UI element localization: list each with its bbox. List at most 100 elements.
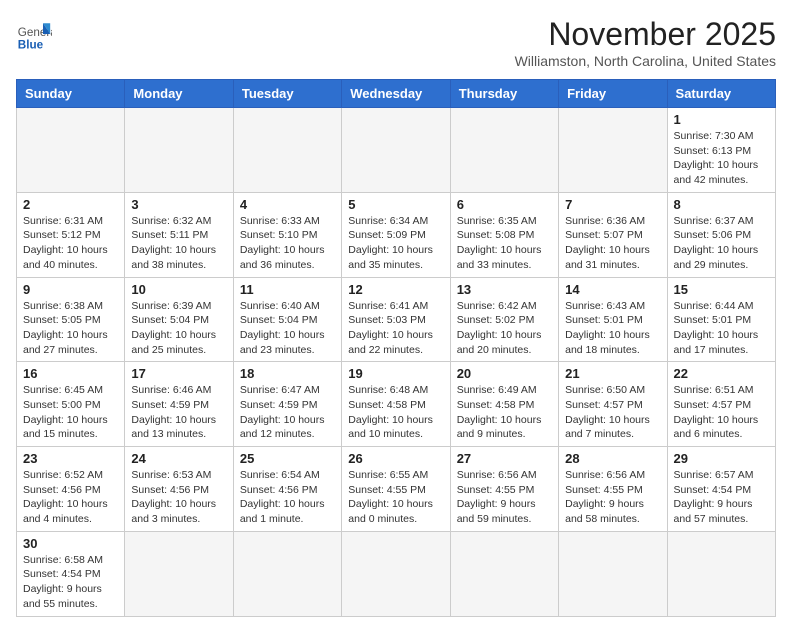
day-number: 22 — [674, 366, 769, 381]
day-info: Sunrise: 6:43 AM Sunset: 5:01 PM Dayligh… — [565, 299, 660, 358]
calendar-day-cell: 28 Sunrise: 6:56 AM Sunset: 4:55 PM Dayli… — [559, 447, 667, 532]
day-number: 29 — [674, 451, 769, 466]
calendar-day-cell: 24 Sunrise: 6:53 AM Sunset: 4:56 PM Dayli… — [125, 447, 233, 532]
day-number: 12 — [348, 282, 443, 297]
calendar-day-cell: 20 Sunrise: 6:49 AM Sunset: 4:58 PM Dayli… — [450, 362, 558, 447]
day-info: Sunrise: 6:31 AM Sunset: 5:12 PM Dayligh… — [23, 214, 118, 273]
page-header: General Blue November 2025 Williamston, … — [16, 16, 776, 69]
day-info: Sunrise: 6:45 AM Sunset: 5:00 PM Dayligh… — [23, 383, 118, 442]
calendar-day-cell — [450, 108, 558, 193]
calendar-day-cell: 16 Sunrise: 6:45 AM Sunset: 5:00 PM Dayli… — [17, 362, 125, 447]
day-info: Sunrise: 6:38 AM Sunset: 5:05 PM Dayligh… — [23, 299, 118, 358]
day-number: 21 — [565, 366, 660, 381]
calendar-day-cell: 3Sunrise: 6:32 AM Sunset: 5:11 PM Daylig… — [125, 192, 233, 277]
day-info: Sunrise: 6:32 AM Sunset: 5:11 PM Dayligh… — [131, 214, 226, 273]
calendar-day-cell — [559, 531, 667, 616]
calendar-day-cell: 27Sunrise: 6:56 AM Sunset: 4:55 PM Dayli… — [450, 447, 558, 532]
day-info: Sunrise: 6:49 AM Sunset: 4:58 PM Dayligh… — [457, 383, 552, 442]
calendar-week-row: 1Sunrise: 7:30 AM Sunset: 6:13 PM Daylig… — [17, 108, 776, 193]
day-number: 2 — [23, 197, 118, 212]
calendar-day-cell: 8 Sunrise: 6:37 AM Sunset: 5:06 PM Daylig… — [667, 192, 775, 277]
day-info: Sunrise: 6:42 AM Sunset: 5:02 PM Dayligh… — [457, 299, 552, 358]
weekday-header-tuesday: Tuesday — [233, 80, 341, 108]
calendar-week-row: 2 Sunrise: 6:31 AM Sunset: 5:12 PM Daylig… — [17, 192, 776, 277]
day-number: 23 — [23, 451, 118, 466]
calendar-day-cell: 7Sunrise: 6:36 AM Sunset: 5:07 PM Daylig… — [559, 192, 667, 277]
day-info: Sunrise: 6:34 AM Sunset: 5:09 PM Dayligh… — [348, 214, 443, 273]
calendar-day-cell — [450, 531, 558, 616]
day-number: 4 — [240, 197, 335, 212]
day-number: 26 — [348, 451, 443, 466]
calendar-day-cell: 11Sunrise: 6:40 AM Sunset: 5:04 PM Dayli… — [233, 277, 341, 362]
day-info: Sunrise: 6:56 AM Sunset: 4:55 PM Dayligh… — [565, 468, 660, 527]
day-number: 15 — [674, 282, 769, 297]
day-number: 16 — [23, 366, 118, 381]
calendar-day-cell — [559, 108, 667, 193]
day-number: 18 — [240, 366, 335, 381]
calendar-day-cell: 18 Sunrise: 6:47 AM Sunset: 4:59 PM Dayli… — [233, 362, 341, 447]
day-info: Sunrise: 6:48 AM Sunset: 4:58 PM Dayligh… — [348, 383, 443, 442]
day-info: Sunrise: 6:57 AM Sunset: 4:54 PM Dayligh… — [674, 468, 769, 527]
weekday-header-friday: Friday — [559, 80, 667, 108]
day-info: Sunrise: 6:35 AM Sunset: 5:08 PM Dayligh… — [457, 214, 552, 273]
day-info: Sunrise: 6:33 AM Sunset: 5:10 PM Dayligh… — [240, 214, 335, 273]
day-info: Sunrise: 6:46 AM Sunset: 4:59 PM Dayligh… — [131, 383, 226, 442]
calendar-day-cell: 2 Sunrise: 6:31 AM Sunset: 5:12 PM Daylig… — [17, 192, 125, 277]
day-info: Sunrise: 6:50 AM Sunset: 4:57 PM Dayligh… — [565, 383, 660, 442]
calendar-day-cell: 14 Sunrise: 6:43 AM Sunset: 5:01 PM Dayli… — [559, 277, 667, 362]
day-info: Sunrise: 6:37 AM Sunset: 5:06 PM Dayligh… — [674, 214, 769, 273]
calendar-table: SundayMondayTuesdayWednesdayThursdayFrid… — [16, 79, 776, 617]
calendar-day-cell: 9Sunrise: 6:38 AM Sunset: 5:05 PM Daylig… — [17, 277, 125, 362]
day-info: Sunrise: 6:52 AM Sunset: 4:56 PM Dayligh… — [23, 468, 118, 527]
calendar-day-cell — [342, 108, 450, 193]
calendar-day-cell — [17, 108, 125, 193]
calendar-day-cell: 29 Sunrise: 6:57 AM Sunset: 4:54 PM Dayli… — [667, 447, 775, 532]
day-number: 28 — [565, 451, 660, 466]
location: Williamston, North Carolina, United Stat… — [515, 53, 776, 69]
calendar-day-cell: 15 Sunrise: 6:44 AM Sunset: 5:01 PM Dayli… — [667, 277, 775, 362]
day-number: 5 — [348, 197, 443, 212]
day-info: Sunrise: 6:47 AM Sunset: 4:59 PM Dayligh… — [240, 383, 335, 442]
logo: General Blue — [16, 16, 52, 52]
day-info: Sunrise: 6:44 AM Sunset: 5:01 PM Dayligh… — [674, 299, 769, 358]
day-number: 10 — [131, 282, 226, 297]
calendar-day-cell: 23 Sunrise: 6:52 AM Sunset: 4:56 PM Dayli… — [17, 447, 125, 532]
calendar-day-cell — [342, 531, 450, 616]
calendar-day-cell: 6Sunrise: 6:35 AM Sunset: 5:08 PM Daylig… — [450, 192, 558, 277]
calendar-day-cell: 10Sunrise: 6:39 AM Sunset: 5:04 PM Dayli… — [125, 277, 233, 362]
day-info: Sunrise: 6:54 AM Sunset: 4:56 PM Dayligh… — [240, 468, 335, 527]
day-number: 8 — [674, 197, 769, 212]
day-number: 24 — [131, 451, 226, 466]
day-info: Sunrise: 6:58 AM Sunset: 4:54 PM Dayligh… — [23, 553, 118, 612]
day-info: Sunrise: 6:36 AM Sunset: 5:07 PM Dayligh… — [565, 214, 660, 273]
day-info: Sunrise: 6:53 AM Sunset: 4:56 PM Dayligh… — [131, 468, 226, 527]
title-area: November 2025 Williamston, North Carolin… — [515, 16, 776, 69]
day-number: 17 — [131, 366, 226, 381]
calendar-day-cell: 26 Sunrise: 6:55 AM Sunset: 4:55 PM Dayli… — [342, 447, 450, 532]
day-number: 20 — [457, 366, 552, 381]
weekday-header-sunday: Sunday — [17, 80, 125, 108]
day-number: 14 — [565, 282, 660, 297]
calendar-day-cell — [125, 108, 233, 193]
calendar-day-cell: 17 Sunrise: 6:46 AM Sunset: 4:59 PM Dayli… — [125, 362, 233, 447]
day-number: 30 — [23, 536, 118, 551]
weekday-header-wednesday: Wednesday — [342, 80, 450, 108]
day-info: Sunrise: 6:55 AM Sunset: 4:55 PM Dayligh… — [348, 468, 443, 527]
calendar-day-cell — [233, 531, 341, 616]
calendar-day-cell: 21 Sunrise: 6:50 AM Sunset: 4:57 PM Dayli… — [559, 362, 667, 447]
weekday-header-row: SundayMondayTuesdayWednesdayThursdayFrid… — [17, 80, 776, 108]
day-number: 25 — [240, 451, 335, 466]
calendar-day-cell: 1Sunrise: 7:30 AM Sunset: 6:13 PM Daylig… — [667, 108, 775, 193]
day-number: 27 — [457, 451, 552, 466]
day-number: 11 — [240, 282, 335, 297]
day-number: 1 — [674, 112, 769, 127]
logo-icon: General Blue — [16, 16, 52, 52]
day-info: Sunrise: 6:41 AM Sunset: 5:03 PM Dayligh… — [348, 299, 443, 358]
calendar-week-row: 23 Sunrise: 6:52 AM Sunset: 4:56 PM Dayli… — [17, 447, 776, 532]
calendar-day-cell: 13Sunrise: 6:42 AM Sunset: 5:02 PM Dayli… — [450, 277, 558, 362]
calendar-week-row: 30 Sunrise: 6:58 AM Sunset: 4:54 PM Dayli… — [17, 531, 776, 616]
month-title: November 2025 — [515, 16, 776, 53]
calendar-day-cell: 5 Sunrise: 6:34 AM Sunset: 5:09 PM Daylig… — [342, 192, 450, 277]
calendar-day-cell: 25 Sunrise: 6:54 AM Sunset: 4:56 PM Dayli… — [233, 447, 341, 532]
calendar-day-cell — [667, 531, 775, 616]
